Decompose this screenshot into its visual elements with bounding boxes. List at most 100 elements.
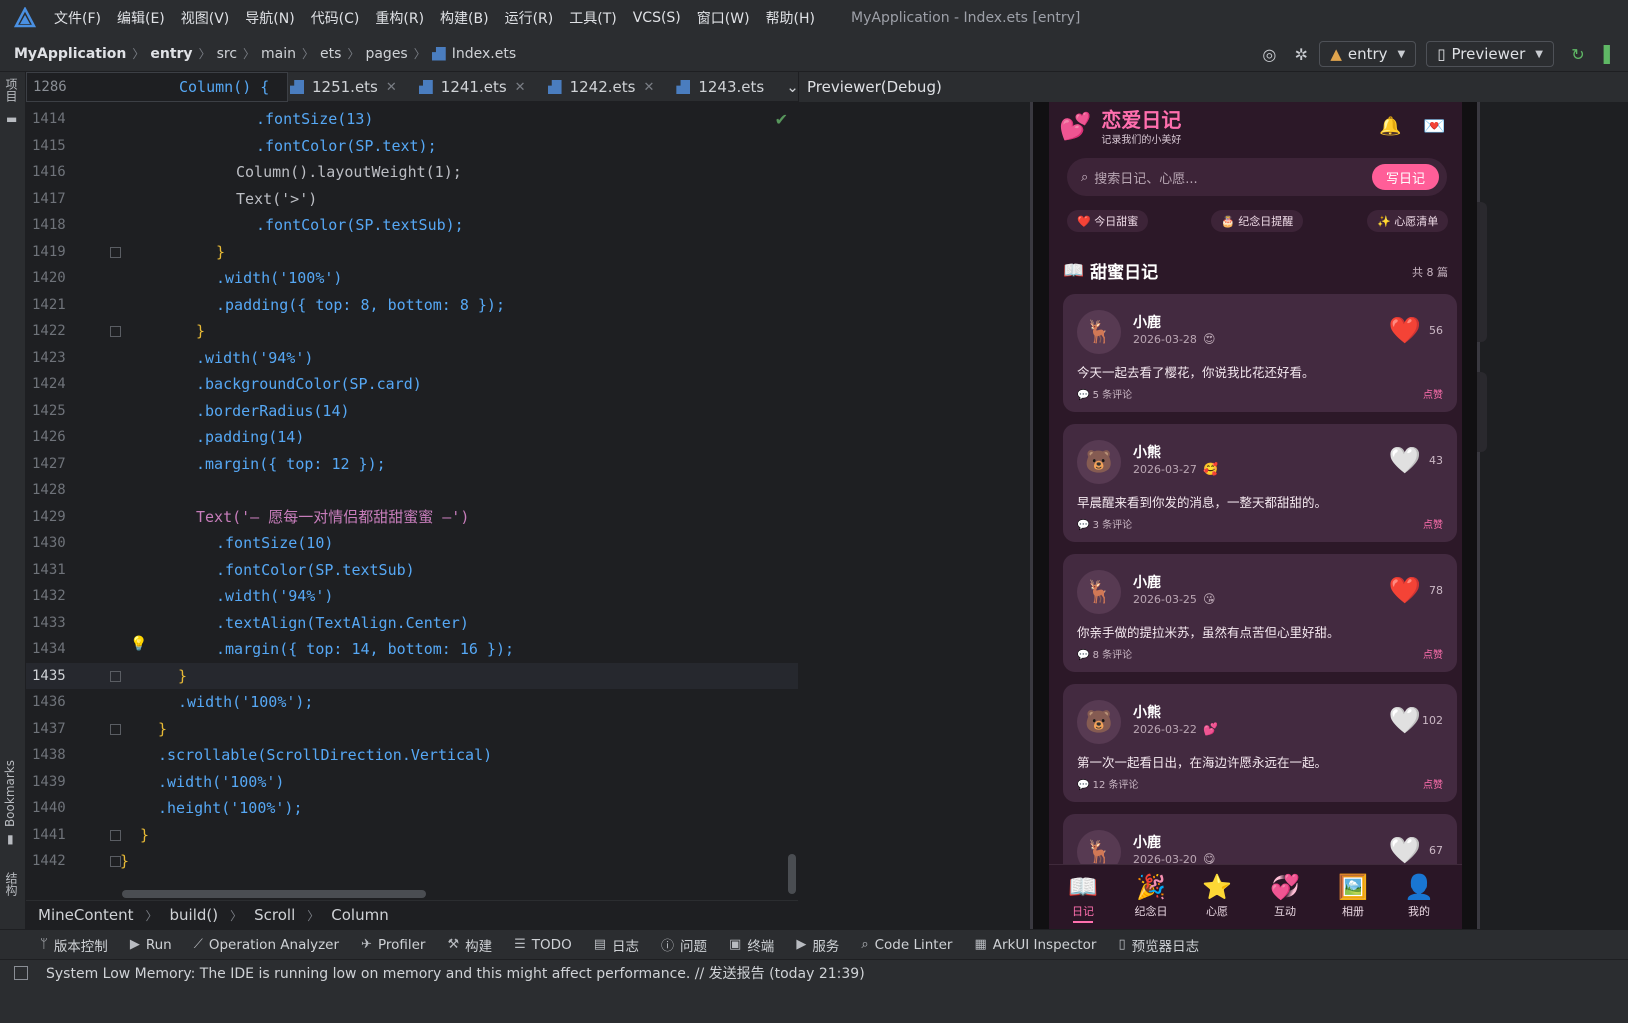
fold-marker-icon[interactable] (110, 246, 121, 258)
code-line[interactable]: 1435} (26, 662, 798, 689)
code-line[interactable]: 1430 .fontSize(10) (26, 530, 798, 557)
heart-icon[interactable]: 🤍 (1389, 836, 1421, 866)
code-line[interactable]: 1418 .fontColor(SP.textSub); (26, 212, 798, 239)
line-number[interactable]: 1421 (26, 297, 100, 313)
like-button[interactable]: 点赞 (1423, 516, 1443, 531)
tool-problems[interactable]: ⓘ 问题 (661, 935, 707, 955)
tool-services[interactable]: ▶ 服务 (796, 935, 839, 955)
line-number[interactable]: 1435 (26, 668, 100, 684)
chip-anniversary[interactable]: 🎂 纪念日提醒 (1211, 210, 1304, 232)
tab-album[interactable]: 🖼️ 相册 (1323, 873, 1383, 919)
menu-build[interactable]: 构建(B) (440, 8, 489, 28)
code-editor[interactable]: ✔ 💡 1414 .fontSize(13) 1415 .fontColor(SP.t… (26, 102, 798, 900)
diary-card[interactable]: 🦌 小鹿 2026-03-28 😍 ❤️ 56 今天一起去看了樱花，你说我比花还好看。 💬 5… (1063, 294, 1457, 412)
write-diary-button[interactable]: 写日记 (1371, 164, 1439, 190)
code-line[interactable]: 1434 .margin({ top: 14, bottom: 16 }); (26, 636, 798, 663)
menu-help[interactable]: 帮助(H) (766, 8, 815, 28)
bug-icon[interactable]: ✲ (1287, 40, 1315, 68)
heart-icon[interactable]: 🤍 (1389, 446, 1421, 476)
code-line[interactable]: 1442} (26, 848, 798, 875)
code-line[interactable]: 1438 .scrollable(ScrollDirection.Vertical… (26, 742, 798, 769)
menu-navigate[interactable]: 导航(N) (245, 8, 294, 28)
breadcrumb-main[interactable]: main (261, 46, 296, 62)
line-number[interactable]: 1433 (26, 615, 100, 631)
tab-interaction[interactable]: 💞 互动 (1255, 873, 1315, 919)
diary-card[interactable]: 🐻 小熊 2026-03-22 💕 🤍 102 第一次一起看日出，在海边许愿永远在一起。 💬 … (1063, 684, 1457, 802)
like-button[interactable]: 点赞 (1423, 776, 1443, 791)
editor-crumb[interactable]: MineContent (38, 906, 134, 924)
tool-run[interactable]: ▶ Run (130, 937, 172, 953)
menu-file[interactable]: 文件(F) (54, 8, 101, 28)
editor-crumb[interactable]: Scroll (254, 906, 295, 924)
code-line[interactable]: 1436 .width('100%'); (26, 689, 798, 716)
run-icon[interactable]: ▌ (1596, 40, 1624, 68)
line-number[interactable]: 1418 (26, 217, 100, 233)
line-number[interactable]: 1430 (26, 535, 100, 551)
editor-crumb[interactable]: Column (331, 906, 388, 924)
tool-build[interactable]: ⚒ 构建 (447, 935, 492, 955)
heart-icon[interactable]: ❤️ (1389, 576, 1421, 606)
tool-terminal[interactable]: ▣ 终端 (729, 935, 774, 955)
code-line[interactable]: 1441} (26, 822, 798, 849)
line-number[interactable]: 1419 (26, 244, 100, 260)
tool-profiler[interactable]: ✈ Profiler (361, 937, 425, 953)
target-icon[interactable]: ◎ (1255, 40, 1283, 68)
code-line[interactable]: 1426 .padding(14) (26, 424, 798, 451)
menu-vcs[interactable]: VCS(S) (633, 10, 681, 26)
close-icon[interactable]: ✕ (515, 80, 526, 95)
line-number[interactable]: 1427 (26, 456, 100, 472)
line-number[interactable]: 1416 (26, 164, 100, 180)
fold-marker-icon[interactable] (110, 856, 121, 867)
line-number[interactable]: 1440 (26, 800, 100, 816)
line-number[interactable]: 1429 (26, 509, 100, 525)
horizontal-scrollbar[interactable] (122, 890, 426, 898)
bookmark-icon[interactable]: ▮ (7, 832, 14, 846)
tool-previewer-log[interactable]: ▯ 预览器日志 (1118, 935, 1199, 955)
tool-todo[interactable]: ☰ TODO (514, 937, 572, 953)
line-number[interactable]: 1442 (26, 853, 100, 869)
code-line[interactable]: 1416 Column().layoutWeight(1); (26, 159, 798, 186)
tool-arkui-inspector[interactable]: ▦ ArkUI Inspector (974, 937, 1096, 953)
layout-toggle-icon[interactable] (14, 965, 28, 980)
fold-marker-icon[interactable] (110, 723, 121, 735)
line-number[interactable]: 1425 (26, 403, 100, 419)
line-number[interactable]: 1431 (26, 562, 100, 578)
deveco-logo-icon[interactable] (14, 7, 36, 29)
fold-marker-icon[interactable] (110, 670, 121, 682)
line-number[interactable]: 1420 (26, 270, 100, 286)
breadcrumb-ets[interactable]: ets (320, 46, 341, 62)
code-line[interactable]: 1424 .backgroundColor(SP.card) (26, 371, 798, 398)
line-number[interactable]: 1428 (26, 482, 100, 498)
code-line[interactable]: 1425 .borderRadius(14) (26, 398, 798, 425)
diary-card[interactable]: 🐻 小熊 2026-03-27 🥰 🤍 43 早晨醒来看到你发的消息，一整天都甜甜的。 💬 3… (1063, 424, 1457, 542)
breadcrumb-src[interactable]: src (217, 46, 237, 62)
line-number[interactable]: 1439 (26, 774, 100, 790)
editor-crumb[interactable]: build() (170, 906, 219, 924)
structure-tool-tab[interactable]: 结构 (3, 872, 20, 896)
line-number[interactable]: 1424 (26, 376, 100, 392)
fold-marker-icon[interactable] (110, 829, 121, 841)
breadcrumb-project[interactable]: MyApplication (14, 46, 126, 62)
code-line[interactable]: 1429 Text('— 愿每一对情侣都甜甜蜜蜜 —') (26, 504, 798, 531)
tool-code-linter[interactable]: ⌕ Code Linter (861, 937, 952, 953)
line-number[interactable]: 1423 (26, 350, 100, 366)
comment-count[interactable]: 💬 12 条评论 (1077, 776, 1139, 791)
comment-count[interactable]: 💬 8 条评论 (1077, 646, 1132, 661)
line-number[interactable]: 1417 (26, 191, 100, 207)
editor-tab[interactable]: 1251.ets ✕ (290, 78, 397, 96)
tab-diary[interactable]: 📖 日记 (1053, 873, 1113, 923)
line-number[interactable]: 1426 (26, 429, 100, 445)
bell-icon[interactable]: 🔔 (1379, 116, 1401, 137)
fold-marker-icon[interactable] (110, 326, 121, 337)
code-line[interactable]: 1419} (26, 239, 798, 266)
code-line[interactable]: 1423 .width('94%') (26, 345, 798, 372)
close-icon[interactable]: ✕ (643, 80, 654, 95)
code-line[interactable]: 1421 .padding({ top: 8, bottom: 8 }); (26, 292, 798, 319)
sticky-scope-line[interactable]: 1286 Column() { (26, 72, 288, 102)
heart-letter-icon[interactable]: 💌 (1423, 116, 1445, 137)
menu-edit[interactable]: 编辑(E) (117, 8, 165, 28)
code-line[interactable]: 1433 .textAlign(TextAlign.Center) (26, 610, 798, 637)
bookmarks-tool-tab[interactable]: Bookmarks (3, 760, 17, 827)
status-message[interactable]: System Low Memory: The IDE is running lo… (46, 963, 865, 983)
tool-version-control[interactable]: ᛘ 版本控制 (40, 935, 108, 955)
